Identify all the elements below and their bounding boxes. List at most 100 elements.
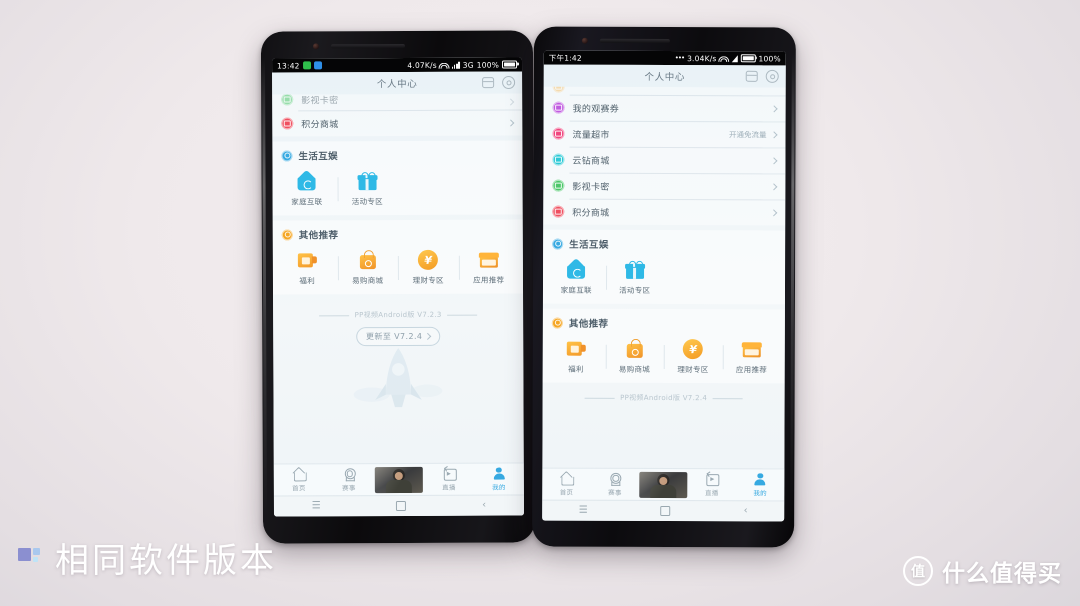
list-row[interactable]: 积分商城	[543, 199, 785, 226]
version-area: PP视频Android版 V7.2.4	[543, 383, 785, 404]
section-grid: 家庭互联 活动专区	[543, 253, 785, 301]
grid-item-home-sync[interactable]: 家庭互联	[547, 260, 606, 296]
gift-icon	[625, 260, 645, 280]
grid-item-mall[interactable]: 易购商城	[337, 250, 398, 286]
person-icon	[492, 467, 505, 480]
message-list-icon[interactable]	[745, 70, 758, 82]
list-row[interactable]: 云钻商城	[543, 147, 785, 174]
tab-home[interactable]: 首页	[542, 472, 590, 497]
tab-live[interactable]: 直播	[424, 466, 474, 492]
tab-live[interactable]: 直播	[687, 471, 735, 498]
wallet-icon	[566, 339, 587, 359]
row-icon	[552, 101, 565, 114]
video-thumbnail	[374, 466, 423, 493]
earpiece-speaker	[330, 43, 405, 49]
grid-item-welfare[interactable]: 福利	[277, 250, 338, 286]
version-text: PP视频Android版 V7.2.3	[354, 310, 442, 320]
section-title: 其他推荐	[568, 318, 609, 330]
tab-home[interactable]: 首页	[274, 467, 324, 492]
row-right	[770, 182, 778, 190]
tab-matches[interactable]: 赛事	[324, 467, 374, 492]
tab-video-thumbnail[interactable]	[374, 466, 424, 493]
home-icon	[560, 472, 573, 485]
list-row[interactable]: 影视卡密	[543, 173, 785, 200]
shopping-bag-icon	[358, 250, 378, 270]
status-time: 13:42	[277, 60, 300, 71]
front-camera-icon	[312, 43, 319, 50]
grid-item-label: 福利	[299, 276, 316, 286]
scroll-area[interactable]: 影视卡密 积分商城 生活互娱 家庭互联 活动专区 其他推荐 福利 易购商城 ¥ …	[272, 93, 524, 463]
chevron-right-icon	[770, 156, 778, 164]
row-icon	[552, 127, 565, 140]
grid-item-mall[interactable]: 易购商城	[605, 339, 664, 375]
tab-label: 赛事	[342, 484, 356, 493]
section-life-entertainment: 生活互娱 家庭互联 活动专区	[272, 140, 523, 216]
grid-item-finance[interactable]: ¥ 理财专区	[664, 339, 723, 375]
gear-icon[interactable]	[765, 69, 779, 83]
back-icon[interactable]: ‹	[744, 505, 748, 516]
recents-icon[interactable]: ☰	[579, 505, 588, 516]
status-network-speed: 3.04K/s	[687, 53, 717, 63]
entry-list: 我的观赛券 流量超市 开通免流量 云钻商城 影视卡密 积分商城	[543, 86, 786, 226]
section-header: 生活互娱	[543, 230, 785, 254]
tab-label: 直播	[704, 489, 719, 498]
ellipsis-icon: •••	[674, 54, 685, 63]
section-grid: 家庭互联 活动专区	[272, 163, 522, 211]
status-bar-right: ••• 3.04K/s 100%	[675, 54, 781, 63]
tab-mine[interactable]: 我的	[474, 466, 524, 492]
signal-triangle-icon	[731, 54, 738, 62]
grid-item-activity[interactable]: 活动专区	[605, 260, 664, 296]
list-row-partial[interactable]: 影视卡密	[272, 93, 522, 110]
grid-item-label: 易购商城	[352, 276, 384, 286]
tab-matches[interactable]: 赛事	[591, 472, 639, 497]
divider	[319, 314, 350, 316]
section-other-recommend: 其他推荐 福利 易购商城 ¥ 理财专区 应用推荐	[542, 308, 785, 384]
list-row[interactable]: 积分商城	[272, 109, 522, 136]
video-thumbnail	[639, 471, 688, 498]
blue-app-icon	[313, 61, 322, 70]
list-item-label: 我的观赛券	[572, 104, 620, 115]
back-icon[interactable]: ‹	[482, 500, 486, 511]
row-icon	[281, 93, 294, 106]
android-nav-bar: ☰ ‹	[273, 494, 524, 517]
section-title: 生活互娱	[298, 151, 339, 163]
list-item-label: 影视卡密	[572, 182, 610, 193]
home-sync-icon	[297, 171, 317, 191]
brand-text: 什么值得买	[942, 561, 1062, 587]
list-row[interactable]: 我的观赛券	[544, 95, 786, 122]
message-list-icon[interactable]	[482, 77, 495, 89]
scroll-area[interactable]: 我的观赛券 流量超市 开通免流量 云钻商城 影视卡密 积分商城 生活互娱 家庭互…	[542, 86, 786, 469]
grid-item-activity[interactable]: 活动专区	[337, 171, 398, 207]
header-actions	[745, 69, 779, 83]
home-square-icon[interactable]	[660, 505, 671, 517]
battery-full-icon	[502, 60, 518, 69]
grid-item-finance[interactable]: ¥ 理财专区	[398, 249, 459, 286]
row-right-text: 开通免流量	[729, 129, 767, 139]
list-row[interactable]: 流量超市 开通免流量	[543, 121, 785, 148]
divider	[712, 397, 743, 399]
tab-label: 首页	[559, 488, 574, 497]
list-item-label: 云钻商城	[572, 156, 610, 167]
grid-item-label: 应用推荐	[735, 365, 768, 375]
list-item-label: 影视卡密	[301, 95, 339, 106]
gear-icon[interactable]	[502, 75, 516, 90]
grid-item-home-sync[interactable]: 家庭互联	[276, 171, 337, 207]
status-bar: 13:42 4.07K/s 3G 100%	[272, 57, 523, 73]
status-battery-pct: 100%	[476, 60, 500, 70]
status-network-speed: 4.07K/s	[407, 60, 437, 70]
row-icon	[552, 179, 565, 192]
grid-item-apps[interactable]: 应用推荐	[722, 339, 781, 375]
wifi-icon	[438, 61, 450, 69]
tab-label: 首页	[292, 484, 306, 493]
version-line: PP视频Android版 V7.2.3	[273, 309, 523, 320]
tab-video-thumbnail[interactable]	[639, 471, 688, 498]
grid-item-welfare[interactable]: 福利	[547, 339, 606, 375]
app-content: 个人中心 影视卡密 积分商城 生活互娱 家庭互联 活动专区 其他推荐 福利 易购…	[272, 71, 524, 517]
recents-icon[interactable]: ☰	[312, 500, 321, 511]
grid-item-apps[interactable]: 应用推荐	[458, 249, 519, 285]
app-header: 个人中心	[544, 65, 786, 88]
divider	[585, 397, 616, 399]
grid-item-label: 活动专区	[619, 285, 651, 295]
home-square-icon[interactable]	[396, 500, 407, 512]
tab-mine[interactable]: 我的	[736, 472, 784, 497]
